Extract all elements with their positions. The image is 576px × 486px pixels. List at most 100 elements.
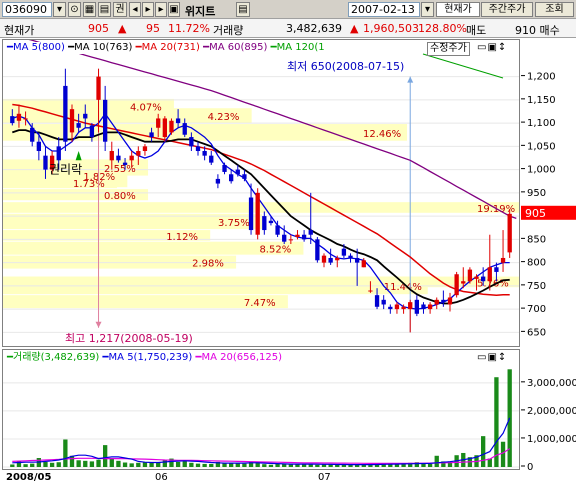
candle-down: [374, 295, 380, 307]
price-panel[interactable]: 4.07% 4.23% 12.46% 2.55% 1.82% 1.73% 0.80% 19.1…: [2, 39, 520, 347]
next-stock-button[interactable]: ▸: [142, 2, 154, 17]
prev-stock-button[interactable]: ◂: [129, 2, 141, 17]
volume-bar: [481, 436, 486, 467]
candle-down: [195, 146, 201, 152]
price-chart[interactable]: 4.07%4.23%12.46%2.55%1.82%1.73%0.80%19.1…: [3, 40, 520, 347]
candle-down: [235, 169, 240, 175]
volume-bar: [182, 461, 187, 467]
band-label: 12.46%: [363, 129, 401, 140]
volume-bar: [103, 445, 108, 467]
candle-down: [301, 234, 307, 240]
volume-bar: [156, 462, 161, 467]
volume-tick-label: 1,000,000: [527, 434, 576, 445]
volume-bar: [116, 460, 121, 467]
stock-code-input[interactable]: 036090: [2, 2, 52, 17]
candle-up: [467, 269, 473, 282]
volume-bar: [122, 462, 128, 467]
adjusted-price-toggle[interactable]: 수정주가: [427, 42, 470, 56]
volume-bar: [268, 464, 274, 467]
candle-up: [408, 302, 413, 310]
candle-down: [494, 267, 499, 272]
price-label: 현재가: [4, 24, 35, 37]
volume-bar: [109, 458, 114, 467]
table-icon[interactable]: ▤: [98, 2, 111, 17]
x-axis: 2008/05 06 07: [0, 470, 576, 486]
candle-down: [10, 116, 15, 124]
volume-bar: [195, 463, 201, 467]
low-marker-arrow-icon: [407, 76, 414, 83]
current-price: 905: [88, 22, 109, 35]
candle-down: [222, 164, 227, 172]
volume-bar: [136, 462, 141, 467]
candle-down: [441, 299, 446, 303]
candle-up: [427, 304, 433, 310]
candle-up: [321, 255, 327, 263]
candle-down: [229, 174, 234, 182]
search-icon[interactable]: ⊙: [68, 2, 81, 17]
volume-bar: [43, 461, 48, 467]
volume-bar: [30, 463, 35, 467]
query-button[interactable]: 조회: [535, 2, 574, 17]
candle-down: [209, 155, 214, 163]
volume-bar: [142, 462, 148, 467]
date-input[interactable]: 2007-02-13: [348, 2, 420, 17]
price-axis: 6507007508008509009501,0001,0501,1001,15…: [521, 39, 576, 347]
candle-down: [275, 225, 280, 235]
candle-up: [16, 113, 22, 121]
volume-chart[interactable]: [3, 350, 520, 470]
prev-volume: 1,960,503: [363, 22, 419, 35]
candle-down: [355, 257, 360, 263]
candle-down: [122, 162, 128, 165]
candle-down: [268, 220, 274, 224]
candle-up: [142, 146, 148, 152]
candle-down: [36, 141, 41, 152]
rights-annotation: 권리락: [49, 163, 82, 177]
candle-up: [156, 118, 161, 128]
price-change: 95: [146, 22, 160, 35]
volume-bar: [315, 464, 320, 467]
ask-value: 910 매수: [515, 24, 560, 37]
stock-name: 위지트: [185, 5, 216, 18]
memo-icon[interactable]: ▤: [236, 2, 250, 17]
volume-value: 3,482,639: [286, 22, 342, 35]
candle-up: [368, 290, 373, 292]
legend-ma60: MA 60(895): [209, 42, 268, 53]
band-label: 3.75%: [218, 218, 250, 229]
price-tick-label: 850: [527, 234, 546, 245]
volume-bar: [202, 463, 207, 467]
volume-band: [3, 241, 304, 255]
price-tick-label: 800: [527, 258, 546, 269]
current-price-button[interactable]: 현재가: [436, 2, 480, 17]
candle-down: [414, 299, 419, 314]
candle-down: [182, 123, 187, 135]
volume-bar: [189, 462, 194, 467]
candle-down: [242, 174, 247, 179]
price-tick-label: 750: [527, 281, 546, 292]
scroll-right-icon[interactable]: ▸: [155, 2, 167, 17]
legend-ma20: MA 20(731): [141, 42, 200, 53]
band-label: 2.98%: [192, 259, 224, 270]
candle-down: [248, 197, 254, 231]
candle-up: [487, 267, 492, 282]
code-dropdown-button[interactable]: ▾: [53, 2, 66, 17]
ma120-line: [422, 53, 504, 79]
candle-down: [315, 239, 320, 261]
low-annotation: 최저 650(2008-07-15): [287, 60, 404, 73]
volume-bar: [96, 459, 101, 467]
volume-bar: [368, 465, 373, 467]
volume-panel[interactable]: ━거래량(3,482,639) ━MA 5(1,750,239) ━MA 20(…: [2, 349, 520, 470]
stock-list-icon[interactable]: ▦: [83, 2, 96, 17]
volume-bar: [63, 439, 68, 467]
panel-controls[interactable]: ▭▣↕: [477, 42, 508, 54]
volume-bar: [242, 463, 247, 467]
weekly-price-button[interactable]: 주간주가: [481, 2, 533, 17]
date-dropdown-button[interactable]: ▾: [421, 2, 434, 17]
volume-panel-controls[interactable]: ▭▣↕: [477, 352, 508, 364]
band-label: 0.80%: [104, 191, 136, 202]
stock-info-icon[interactable]: ▣: [168, 2, 180, 17]
change-percent: 11.72%: [168, 22, 210, 35]
candle-up: [461, 281, 466, 284]
price-tick-label: 950: [527, 188, 546, 199]
rights-menu-button[interactable]: 권: [113, 2, 127, 17]
candle-up: [335, 257, 340, 261]
